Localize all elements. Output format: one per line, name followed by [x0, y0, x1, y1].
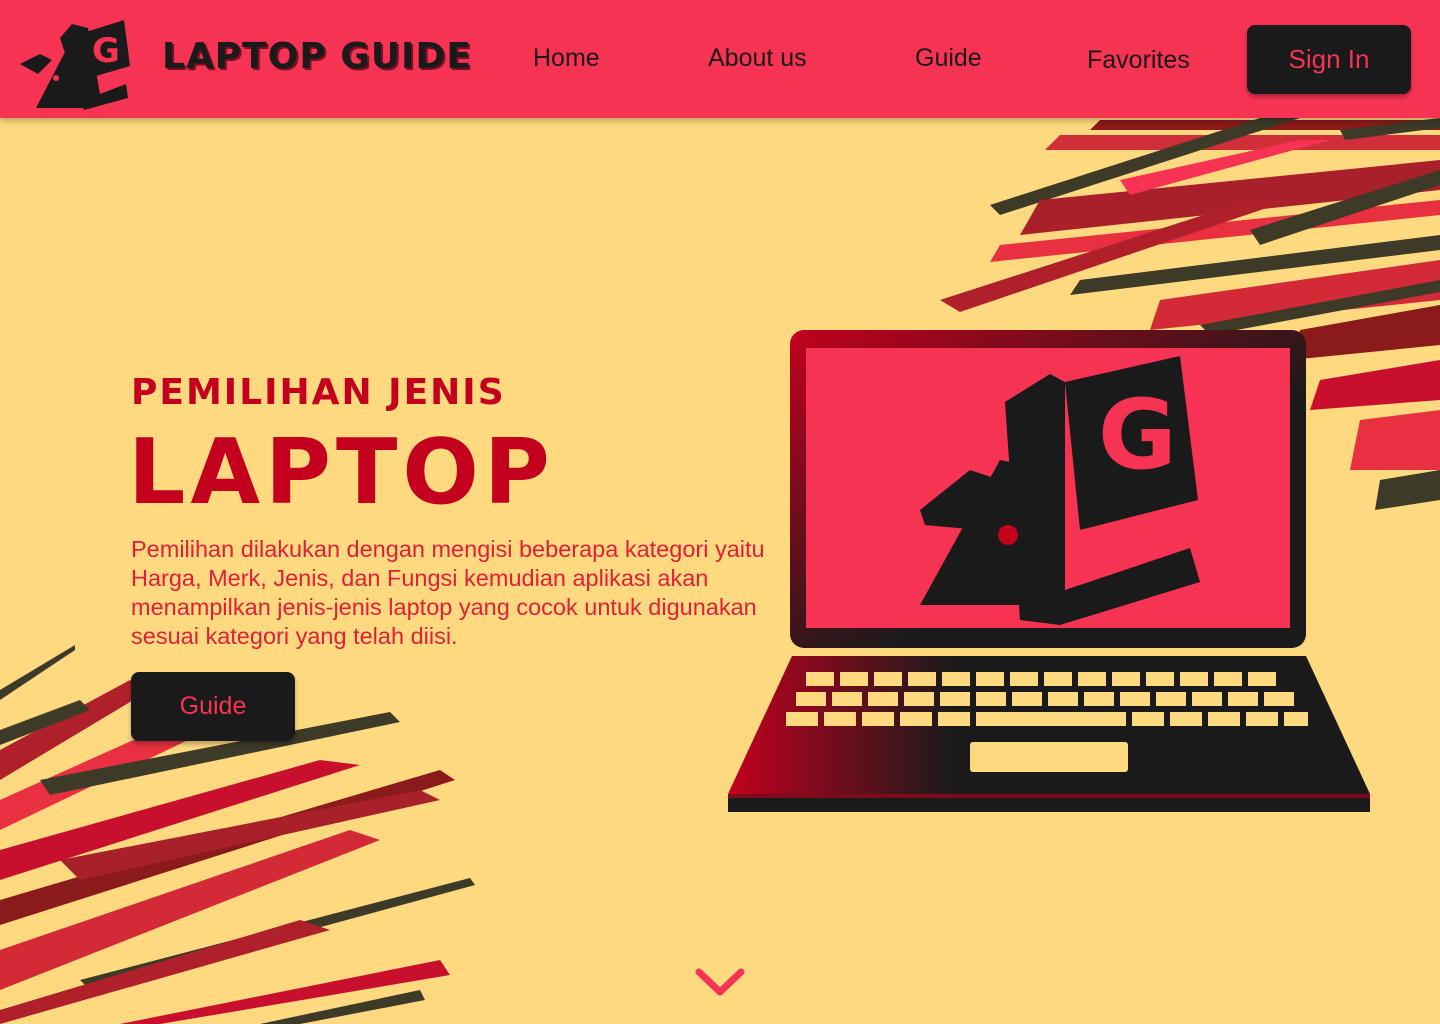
- laptop-illustration: G: [728, 330, 1370, 812]
- svg-text:G: G: [1098, 379, 1177, 491]
- landing-page: G LAPTOP GUIDE Home About us Guide Favor…: [0, 0, 1440, 1024]
- nav-favorites[interactable]: Favorites: [1087, 46, 1190, 75]
- navbar: G LAPTOP GUIDE Home About us Guide Favor…: [0, 0, 1440, 118]
- sign-in-button[interactable]: Sign In: [1247, 25, 1411, 94]
- hero-subtitle: PEMILIHAN JENIS: [131, 372, 506, 413]
- hero-description: Pemilihan dilakukan dengan mengisi beber…: [131, 536, 765, 649]
- lg-logo-icon[interactable]: G: [16, 10, 130, 114]
- brand-name[interactable]: LAPTOP GUIDE: [162, 36, 472, 77]
- svg-text:G: G: [92, 31, 120, 71]
- guide-button[interactable]: Guide: [131, 672, 295, 741]
- chevron-down-icon[interactable]: [694, 964, 746, 1000]
- hero-title: LAPTOP: [128, 420, 555, 525]
- nav-about-us[interactable]: About us: [708, 44, 807, 73]
- nav-guide[interactable]: Guide: [915, 44, 982, 73]
- nav-home[interactable]: Home: [533, 44, 600, 73]
